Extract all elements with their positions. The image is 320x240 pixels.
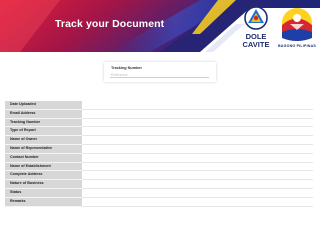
dole-line2: CAVITE [242, 39, 270, 49]
field-label: Complete Address [5, 170, 82, 181]
field-value [82, 109, 313, 119]
table-row: Type of Report [5, 126, 313, 137]
table-row: Email Address [5, 109, 313, 119]
page-title: Track your Document [55, 18, 165, 30]
field-value [82, 101, 313, 110]
field-value [82, 126, 313, 137]
table-row: Name of Establishment [5, 162, 313, 172]
table-row: Name of Owner [5, 135, 313, 145]
field-label: Type of Report [5, 126, 82, 137]
field-label: Date Uploaded [5, 101, 82, 110]
document-details-table: Date Uploaded Email Address Tracking Num… [5, 101, 313, 207]
table-row: Date Uploaded [5, 101, 313, 110]
tracking-label: Tracking Number [111, 66, 143, 70]
field-label: Remarks [5, 197, 82, 207]
field-label: Name of Owner [5, 135, 82, 145]
field-label: Nature of Business [5, 179, 82, 189]
field-value [82, 179, 313, 189]
field-label: Name of Representative [5, 144, 82, 154]
table-row: Contact Number [5, 153, 313, 163]
field-value [82, 153, 313, 163]
tracking-number-input[interactable] [110, 72, 209, 78]
field-label: Contact Number [5, 153, 82, 163]
field-label: Tracking Number [5, 118, 82, 128]
table-row: Tracking Number [5, 118, 313, 128]
field-value [82, 135, 313, 145]
field-value [82, 162, 313, 172]
field-value [82, 197, 313, 207]
field-value [82, 118, 313, 128]
field-value [82, 188, 313, 198]
table-row: Complete Address [5, 170, 313, 181]
header-banner: Track your Document DOLE CAVITE BAGONG P… [0, 0, 320, 52]
table-row: Remarks [5, 197, 313, 207]
field-label: Status [5, 188, 82, 198]
field-label: Email Address [5, 109, 82, 119]
table-row: Name of Representative [5, 144, 313, 154]
bagong-pilipinas-label: BAGONG PILIPINAS [278, 44, 316, 48]
dole-wordmark: DOLE CAVITE [238, 33, 274, 48]
field-value [82, 144, 313, 154]
table-row: Status [5, 188, 313, 198]
tracking-card: Tracking Number [104, 62, 216, 82]
table-row: Nature of Business [5, 179, 313, 189]
field-label: Name of Establishment [5, 162, 82, 172]
field-value [82, 170, 313, 181]
